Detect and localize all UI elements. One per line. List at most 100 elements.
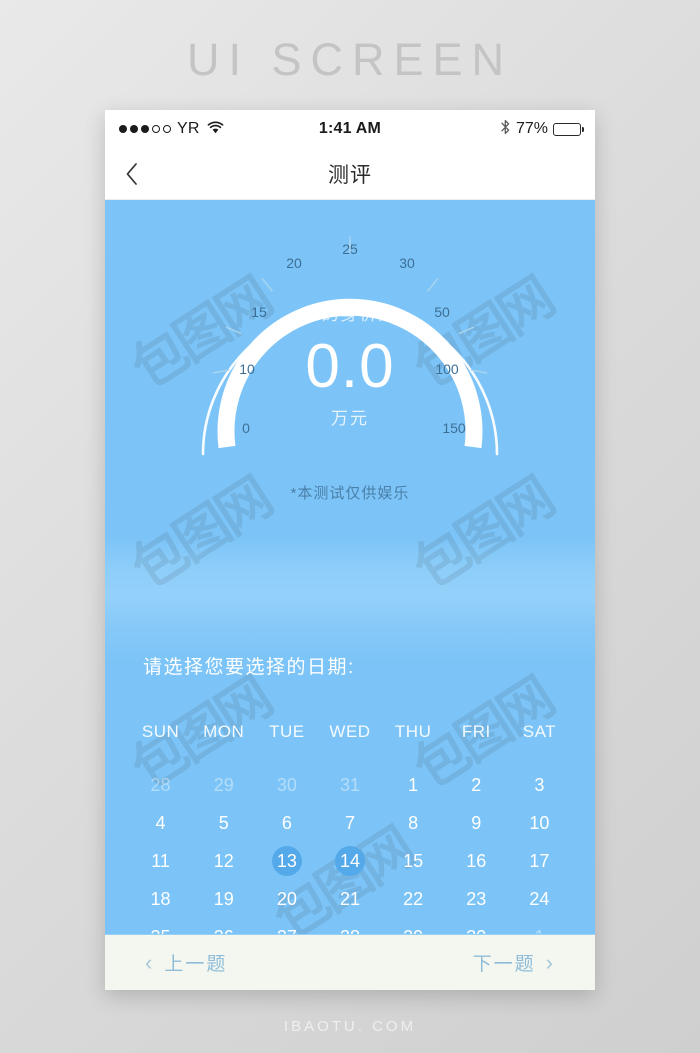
calendar-day-label: 13 [271, 846, 302, 876]
bottom-nav-bar: ‹ 上一题 下一题 › [105, 934, 595, 990]
calendar-day[interactable]: 11 [129, 842, 192, 880]
chevron-left-icon [126, 162, 137, 185]
calendar-day[interactable]: 28 [129, 766, 192, 804]
weekday-mon: MON [203, 722, 245, 741]
calendar-day-label: 8 [408, 812, 419, 833]
calendar-day-label: 28 [335, 922, 365, 935]
gauge-tick-150: 150 [442, 420, 466, 436]
prev-question-button[interactable]: ‹ 上一题 [145, 949, 227, 976]
gauge-tick-50: 50 [434, 304, 450, 320]
calendar-day-label: 22 [403, 888, 424, 909]
calendar-day[interactable]: 23 [445, 880, 508, 918]
calendar-day-selected[interactable]: 14 [318, 842, 381, 880]
calendar-day[interactable]: 16 [445, 842, 508, 880]
calendar-weekday-header: SUN MON TUE WED THU FRI SAT [129, 722, 571, 742]
calendar-day-label: 23 [466, 888, 487, 909]
calendar-week-row: 18 19 20 21 22 23 24 [129, 880, 571, 918]
status-bar: YR 1:41 AM 77% [105, 110, 595, 148]
calendar-day-label: 2 [471, 774, 482, 795]
calendar-day[interactable]: 29 [382, 918, 445, 935]
calendar-day[interactable]: 21 [318, 880, 381, 918]
calendar-day-label: 17 [529, 850, 550, 871]
calendar-day[interactable]: 27 [255, 918, 318, 935]
calendar-day[interactable]: 1 [382, 766, 445, 804]
calendar-day[interactable]: 30 [445, 918, 508, 935]
status-bar-right: 77% [500, 119, 584, 140]
calendar-day-label: 21 [339, 888, 360, 909]
gauge-tick-10: 10 [239, 361, 255, 377]
watermark-title: UI SCREEN [186, 34, 514, 85]
watermark-footer: IBAOTU. COM [283, 1018, 417, 1035]
chevron-right-icon: › [545, 949, 555, 975]
calendar-day-label: 30 [276, 774, 297, 795]
battery-percent-label: 77% [515, 120, 548, 137]
weekday-sat: SAT [522, 722, 557, 741]
next-question-label: 下一题 [472, 954, 536, 975]
calendar-day[interactable]: 10 [508, 804, 571, 842]
calendar-day[interactable]: 17 [508, 842, 571, 880]
calendar-day-label: 26 [209, 922, 239, 935]
calendar-day[interactable]: 3 [508, 766, 571, 804]
phone-frame: YR 1:41 AM 77% 测评 包图网 包图网 包图网 包图网 包图网 包图… [105, 110, 595, 990]
calendar-day-label: 5 [218, 812, 229, 833]
calendar-day[interactable]: 8 [382, 804, 445, 842]
gauge-tick-0: 0 [242, 420, 250, 436]
calendar-day[interactable]: 6 [255, 804, 318, 842]
gauge-tick-100: 100 [435, 361, 459, 377]
calendar-day-label: 30 [461, 922, 491, 935]
calendar-day[interactable]: 2 [445, 766, 508, 804]
calendar-day-label: 29 [398, 922, 428, 935]
calendar-day-label: 19 [213, 888, 234, 909]
calendar-day-label: 10 [529, 812, 550, 833]
prev-question-label: 上一题 [164, 954, 228, 975]
calendar-day[interactable]: 15 [382, 842, 445, 880]
calendar-week-row: 4 5 6 7 8 9 10 [129, 804, 571, 842]
calendar-day[interactable]: 18 [129, 880, 192, 918]
weekday-thu: THU [394, 722, 432, 741]
calendar-day-label: 7 [344, 812, 355, 833]
calendar-day[interactable]: 25 [129, 918, 192, 935]
back-button[interactable] [105, 148, 157, 200]
calendar-day-label: 31 [339, 774, 360, 795]
calendar-day-label: 1 [524, 922, 554, 935]
gauge-widget: 0 10 15 20 25 30 50 100 150 您的身价是 0.0 万元… [105, 204, 595, 502]
calendar-day[interactable]: 19 [192, 880, 255, 918]
gauge-tick-25: 25 [342, 241, 358, 257]
calendar-week-row: 11 12 13 14 15 16 17 [129, 842, 571, 880]
calendar-day[interactable]: 30 [255, 766, 318, 804]
calendar-day[interactable]: 9 [445, 804, 508, 842]
calendar-day[interactable]: 28 [318, 918, 381, 935]
next-question-button[interactable]: 下一题 › [473, 949, 555, 976]
calendar-day-label: 29 [213, 774, 234, 795]
calendar-day[interactable]: 24 [508, 880, 571, 918]
calendar-day-label: 28 [150, 774, 171, 795]
calendar-day[interactable]: 12 [192, 842, 255, 880]
calendar-day[interactable]: 31 [318, 766, 381, 804]
calendar-day[interactable]: 1 [508, 918, 571, 935]
bluetooth-icon [500, 119, 511, 140]
gauge-disclaimer: *本测试仅供娱乐 [290, 485, 410, 502]
calendar-day[interactable]: 7 [318, 804, 381, 842]
calendar-day[interactable]: 20 [255, 880, 318, 918]
calendar-day-label: 12 [213, 850, 234, 871]
nav-bar: 测评 [105, 148, 595, 200]
page-title: 测评 [328, 163, 372, 187]
weekday-sun: SUN [141, 722, 180, 741]
gauge-chart: 0 10 15 20 25 30 50 100 150 [201, 236, 499, 456]
calendar-day-label: 6 [281, 812, 292, 833]
calendar-day-selected[interactable]: 13 [255, 842, 318, 880]
calendar-day[interactable]: 26 [192, 918, 255, 935]
calendar-day[interactable]: 29 [192, 766, 255, 804]
calendar-day-label: 15 [403, 850, 424, 871]
calendar-day[interactable]: 22 [382, 880, 445, 918]
calendar-day[interactable]: 5 [192, 804, 255, 842]
calendar-day[interactable]: 4 [129, 804, 192, 842]
calendar-day-label: 9 [471, 812, 482, 833]
gauge-tick-15: 15 [251, 304, 267, 320]
calendar: SUN MON TUE WED THU FRI SAT 28 29 30 31 … [129, 722, 571, 934]
weekday-wed: WED [329, 722, 371, 741]
calendar-day-label: 1 [408, 774, 419, 795]
calendar-day-label: 24 [529, 888, 550, 909]
calendar-day-label: 14 [334, 846, 365, 876]
calendar-day-label: 11 [151, 850, 170, 871]
